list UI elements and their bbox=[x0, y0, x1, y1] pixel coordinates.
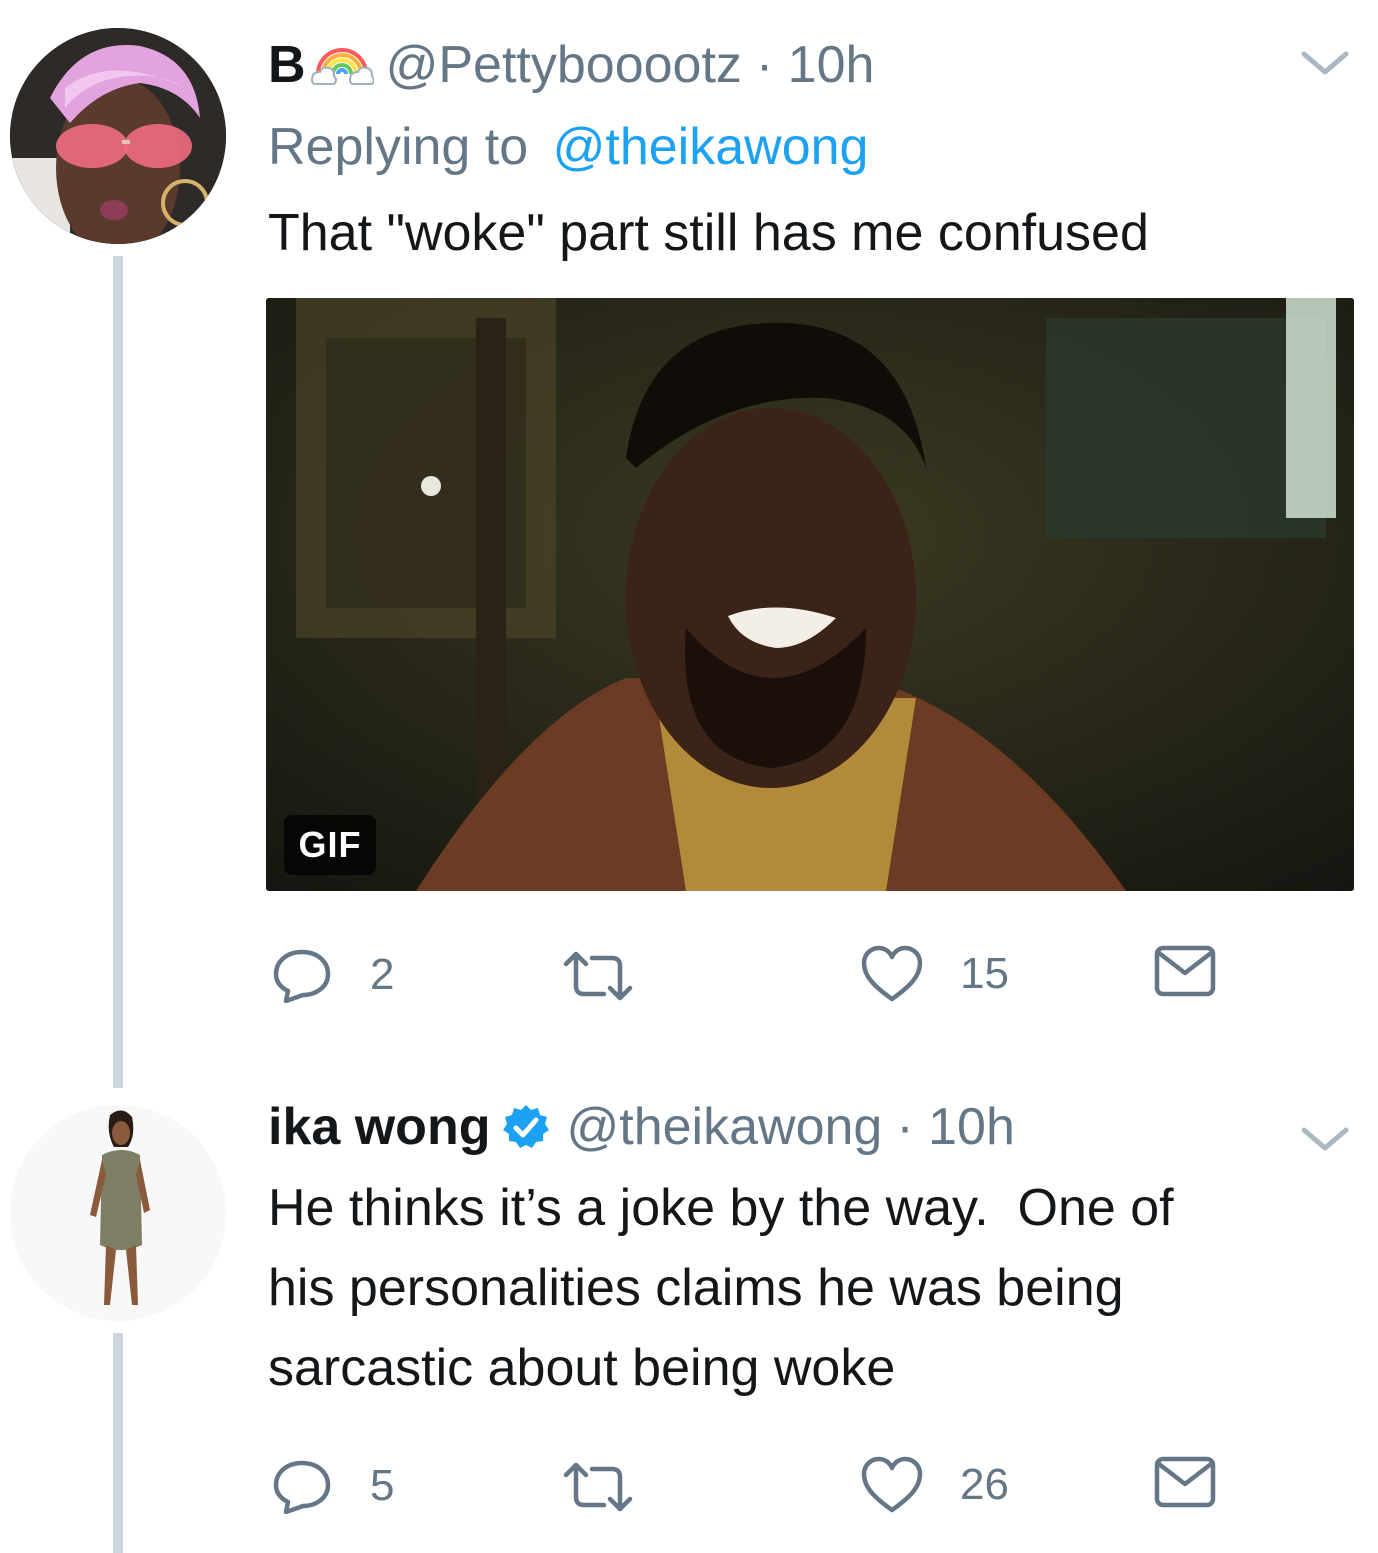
like-icon bbox=[861, 945, 923, 1002]
timestamp[interactable]: · 10h bbox=[756, 35, 875, 95]
like-count: 26 bbox=[960, 1460, 1009, 1509]
like-count: 15 bbox=[960, 949, 1009, 998]
retweet-button[interactable] bbox=[558, 950, 638, 1002]
replying-handle-link[interactable]: @theikawong bbox=[553, 118, 869, 176]
reply-button[interactable]: 2 bbox=[270, 947, 394, 1003]
reply-count: 2 bbox=[370, 950, 395, 999]
avatar[interactable] bbox=[10, 28, 226, 244]
timestamp[interactable]: · 10h bbox=[896, 1097, 1015, 1157]
tweet-text-line: He thinks it’s a joke by the way. One of bbox=[268, 1179, 1174, 1237]
like-button[interactable]: 15 bbox=[860, 945, 1009, 1003]
tweet-text-line: his personalities claims he was being bbox=[268, 1259, 1124, 1317]
direct-message-button[interactable] bbox=[1154, 1456, 1216, 1508]
user-handle[interactable]: @Pettybooootz bbox=[386, 35, 742, 95]
gif-badge: GIF bbox=[284, 815, 376, 875]
chevron-down-icon[interactable] bbox=[1300, 48, 1350, 78]
retweet-button[interactable] bbox=[558, 1461, 638, 1513]
tweet-text: That "woke" part still has me confused bbox=[268, 204, 1149, 262]
user-handle[interactable]: @theikawong bbox=[566, 1097, 882, 1157]
reply-icon bbox=[273, 1460, 331, 1514]
replying-to: Replying to @theikawong bbox=[268, 117, 868, 177]
retweet-icon bbox=[563, 951, 633, 1001]
tweet-text: He thinks it’s a joke by the way. One of… bbox=[268, 1168, 1174, 1408]
gif-image bbox=[266, 298, 1354, 891]
gif-media[interactable] bbox=[266, 298, 1354, 891]
thread-line-top bbox=[113, 256, 123, 1088]
thread-line-bottom bbox=[113, 1333, 123, 1553]
direct-message-icon bbox=[1154, 945, 1216, 997]
retweet-icon bbox=[563, 1462, 633, 1512]
chevron-down-icon[interactable] bbox=[1300, 1124, 1350, 1154]
tweet-header: ika wong @theikawong · 10h bbox=[268, 1092, 1015, 1162]
tweet-text-line: sarcastic about being woke bbox=[268, 1339, 896, 1397]
avatar-image bbox=[10, 1105, 226, 1321]
like-button[interactable]: 26 bbox=[860, 1456, 1009, 1514]
replying-label: Replying to bbox=[268, 118, 529, 176]
reply-count: 5 bbox=[370, 1461, 395, 1510]
avatar[interactable] bbox=[10, 1105, 226, 1321]
reply-icon bbox=[273, 949, 331, 1003]
avatar-image bbox=[10, 28, 226, 244]
verified-badge-icon bbox=[502, 1103, 550, 1151]
rainbow-cloud-emoji bbox=[310, 40, 375, 90]
direct-message-icon bbox=[1154, 1456, 1216, 1508]
display-name[interactable]: ika wong bbox=[268, 1097, 490, 1157]
tweet-header: B @Pettybooootz · 10h bbox=[268, 30, 874, 100]
display-name[interactable]: B bbox=[268, 35, 306, 95]
like-icon bbox=[861, 1456, 923, 1513]
reply-button[interactable]: 5 bbox=[270, 1458, 394, 1514]
direct-message-button[interactable] bbox=[1154, 945, 1216, 997]
